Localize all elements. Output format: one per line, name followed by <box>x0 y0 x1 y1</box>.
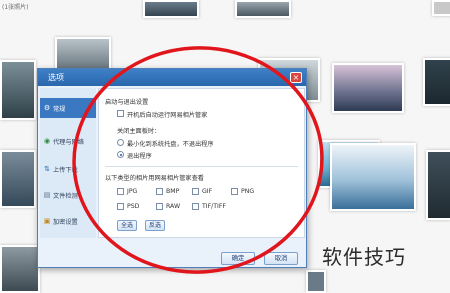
sidebar-item-label: 代理与网络 <box>53 138 84 146</box>
lock-icon: ▣ <box>43 217 51 225</box>
jpg-checkbox[interactable] <box>117 188 124 195</box>
gif-label: GIF <box>202 188 213 195</box>
exit-program-radio[interactable] <box>117 151 124 158</box>
png-label: PNG <box>241 188 255 195</box>
minimize-to-tray-radio[interactable] <box>117 139 124 146</box>
invert-selection-button[interactable]: 反选 <box>145 220 165 231</box>
jpg-label: JPG <box>127 188 138 195</box>
sidebar-item-label: 加密设置 <box>53 218 78 226</box>
photo-thumbnail[interactable] <box>306 270 326 293</box>
minimize-to-tray-label: 最小化到系统托盘，不退出程序 <box>127 141 214 148</box>
tif-checkbox[interactable] <box>192 203 199 210</box>
photo-thumbnail[interactable] <box>0 60 36 120</box>
close-panel-title: 关闭主面板时： <box>117 128 161 135</box>
photo-thumbnail[interactable] <box>143 0 199 18</box>
sidebar-item-label: 常规 <box>53 105 66 113</box>
bmp-checkbox[interactable] <box>156 188 163 195</box>
section-divider <box>105 166 298 167</box>
sidebar-item-proxy-network[interactable]: ◉ 代理与网络 <box>40 131 96 151</box>
photo-thumbnail[interactable] <box>426 150 450 220</box>
cancel-button[interactable]: 取消 <box>264 252 298 265</box>
gif-checkbox[interactable] <box>192 188 199 195</box>
gear-icon: ⚙ <box>43 104 51 112</box>
exit-program-label: 退出程序 <box>127 153 152 160</box>
file-scan-icon: ▤ <box>43 191 51 199</box>
close-icon: × <box>292 73 300 82</box>
sidebar-item-general[interactable]: ⚙ 常规 <box>40 98 96 118</box>
album-caption: (1张照片) <box>2 4 29 11</box>
psd-checkbox[interactable] <box>117 203 124 210</box>
png-checkbox[interactable] <box>231 188 238 195</box>
watermark-text: 软件技巧 <box>322 245 406 269</box>
photo-thumbnail[interactable] <box>432 0 450 16</box>
photo-thumbnail[interactable] <box>0 150 36 208</box>
upload-download-icon: ⇅ <box>44 165 50 173</box>
autostart-label: 开机后自动运行网易相片管家 <box>127 112 208 119</box>
tif-label: TIF/TIFF <box>202 203 226 210</box>
ok-button[interactable]: 确定 <box>221 252 255 265</box>
autostart-checkbox[interactable] <box>117 110 124 117</box>
sidebar-item-upload-download[interactable]: ⇅ 上传下载 <box>40 159 96 179</box>
startup-section-title: 启动与退出设置 <box>105 99 149 106</box>
psd-label: PSD <box>127 203 140 210</box>
sidebar-item-file-check[interactable]: ▤ 文件检测 <box>40 185 96 205</box>
photo-thumbnail[interactable] <box>332 63 404 113</box>
sidebar-item-encryption[interactable]: ▣ 加密设置 <box>40 211 96 231</box>
options-content: 启动与退出设置 开机后自动运行网易相片管家 关闭主面板时： 最小化到系统托盘，不… <box>98 88 305 238</box>
sidebar-item-label: 文件检测 <box>53 192 78 200</box>
select-all-button[interactable]: 全选 <box>117 220 137 231</box>
raw-checkbox[interactable] <box>156 203 163 210</box>
sidebar-item-label: 上传下载 <box>53 166 78 174</box>
close-button[interactable]: × <box>290 72 302 83</box>
options-dialog: 选项 × ⚙ 常规 ◉ 代理与网络 ⇅ 上传下载 ▤ 文件检测 ▣ 加密设置 启… <box>37 68 307 268</box>
photo-thumbnail[interactable] <box>0 245 40 293</box>
raw-label: RAW <box>166 203 181 210</box>
photo-thumbnail[interactable] <box>330 143 416 211</box>
bmp-label: BMP <box>166 188 180 195</box>
photo-thumbnail[interactable] <box>235 0 291 18</box>
filetypes-section-title: 以下类型的相片用网易相片管家查看 <box>105 175 204 182</box>
globe-icon: ◉ <box>43 137 51 145</box>
dialog-titlebar[interactable]: 选项 × <box>38 69 306 86</box>
options-sidebar: ⚙ 常规 ◉ 代理与网络 ⇅ 上传下载 ▤ 文件检测 ▣ 加密设置 <box>40 88 96 238</box>
photo-thumbnail[interactable] <box>423 58 450 106</box>
dialog-title: 选项 <box>48 73 64 82</box>
